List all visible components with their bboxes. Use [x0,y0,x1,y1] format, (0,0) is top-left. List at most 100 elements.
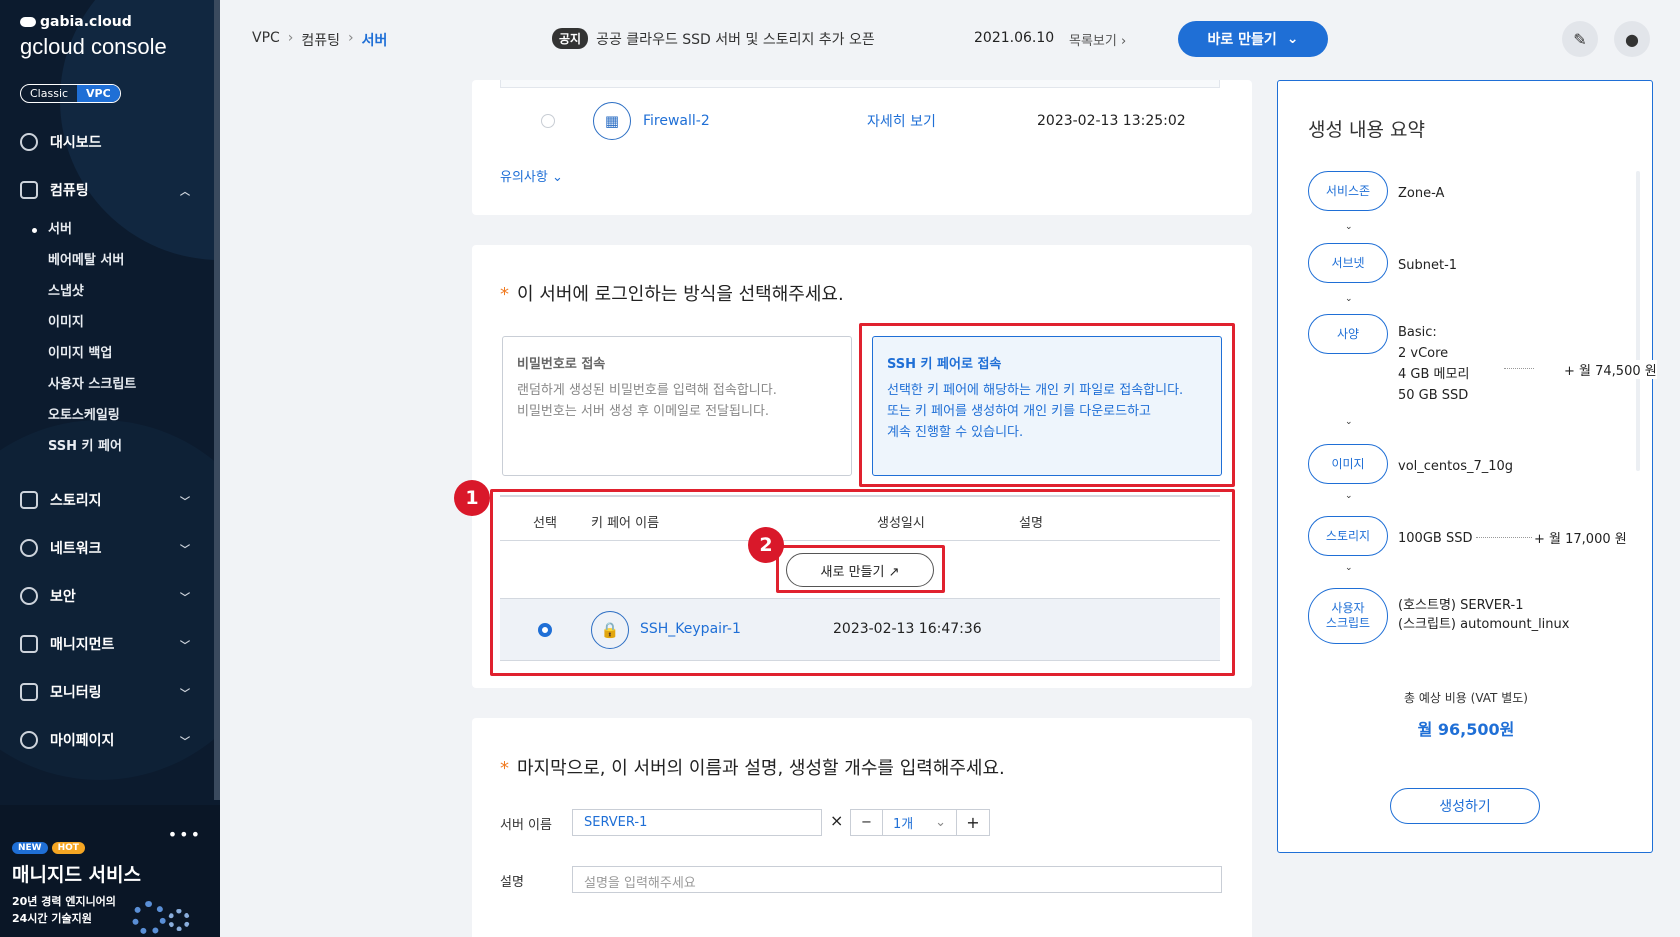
chevron-down-icon: ⌄ [1345,491,1353,501]
brand-main: gcloud console [20,34,167,59]
promo-banner[interactable]: ••• NEW HOT 매니지드 서비스 20년 경력 엔지니어의 24시간 기술… [0,805,220,937]
sidebar-scrollbar[interactable] [214,0,220,800]
chip-icon [20,181,38,199]
firewall-created: 2023-02-13 13:25:02 [1037,113,1186,129]
sidebar-item-computing[interactable]: 컴퓨팅 ︿ [0,166,214,214]
summary-storage: 스토리지 100GB SSD [1308,516,1472,556]
shield-icon [20,587,38,605]
script-pill-line: 스크립트 [1325,616,1371,630]
chevron-down-icon: ⌄ [1286,31,1299,47]
profile-icon[interactable]: ● [1614,21,1650,57]
subnet-pill[interactable]: 서브넷 [1308,243,1388,283]
highlight-ssh-option [859,323,1235,487]
spec-line: Basic: [1398,325,1437,340]
sidebar-item-label: 대시보드 [50,135,102,151]
summary-scrollbar[interactable] [1636,171,1640,471]
sidebar-nav: 대시보드 컴퓨팅 ︿ 서버 베어메탈 서버 스냅샷 이미지 이미지 백업 사용자 … [0,118,214,764]
minus-button[interactable]: − [851,810,883,835]
highlight-new-button [776,545,945,593]
sidebar-sub-autoscaling[interactable]: 오토스케일링 [0,400,214,431]
summary-user-script: 사용자 스크립트 (호스트명) SERVER-1 (스크립트) automount… [1308,588,1569,644]
sidebar-item-security[interactable]: 보안 ﹀ [0,572,214,620]
server-name-input[interactable]: SERVER-1 [572,809,822,836]
notice-text[interactable]: 공공 클라우드 SSD 서버 및 스토리지 추가 오픈 [596,29,875,49]
storage-pill[interactable]: 스토리지 [1308,516,1388,556]
spec-line: 2 vCore [1398,346,1449,361]
sidebar-item-dashboard[interactable]: 대시보드 [0,118,214,166]
dotted-leader [1476,537,1532,538]
firewall-row[interactable]: ▦ Firewall-2 자세히 보기 2023-02-13 13:25:02 [500,92,1220,150]
quick-create-button[interactable]: 바로 만들기 ⌄ [1178,21,1328,57]
password-option[interactable]: 비밀번호로 접속 랜덤하게 생성된 비밀번호를 입력해 접속합니다. 비밀번호는… [502,336,852,476]
spec-price: + 월 74,500 원 [1534,360,1657,379]
password-option-desc: 비밀번호는 서버 생성 후 이메일로 전달됩니다. [517,404,770,419]
breadcrumb-vpc[interactable]: VPC [252,30,280,50]
quantity-select[interactable]: 1개 ⌄ [883,810,957,835]
firewall-name[interactable]: Firewall-2 [643,113,867,129]
create-button[interactable]: 생성하기 [1390,788,1540,824]
new-tag: NEW [12,842,48,854]
sidebar-item-storage[interactable]: 스토리지 ﹀ [0,476,214,524]
firewall-icon: ▦ [593,102,631,140]
brand-logo[interactable]: gabia.cloud gcloud console [20,14,167,60]
notice-badge: 공지 [552,28,589,49]
sidebar-item-label: 매니지먼트 [50,637,115,653]
chevron-down-icon: ⌄ [1345,417,1353,427]
notice[interactable]: 공지 공공 클라우드 SSD 서버 및 스토리지 추가 오픈 [552,28,875,49]
chevron-down-icon: ﹀ [180,496,190,508]
chevron-right-icon: › [1120,34,1127,49]
chevron-down-icon: ﹀ [180,688,190,700]
sidebar-sub-image[interactable]: 이미지 [0,307,214,338]
sidebar-sub-ssh-keypair[interactable]: SSH 키 페어 [0,431,214,462]
final-question: * 마지막으로, 이 서버의 이름과 설명, 생성할 개수를 입력해주세요. [500,754,1005,780]
sidebar-sub-user-script[interactable]: 사용자 스크립트 [0,369,214,400]
script-line: (스크립트) automount_linux [1398,617,1570,632]
sidebar-item-network[interactable]: 네트워크 ﹀ [0,524,214,572]
total-cost-value: 월 96,500원 [1417,720,1515,739]
more-dots-icon[interactable]: ••• [168,825,202,844]
zone-pill[interactable]: 서비스존 [1308,171,1388,211]
sidebar-sub-server[interactable]: 서버 [0,214,214,245]
server-name-label: 서버 이름 [500,818,552,833]
chevron-down-icon: ﹀ [180,640,190,652]
promo-desc-line: 24시간 기술지원 [12,912,92,925]
callout-1: 1 [454,480,490,516]
spec-line: 50 GB SSD [1398,388,1469,403]
sidebar-item-monitoring[interactable]: 모니터링 ﹀ [0,668,214,716]
hot-tag: HOT [51,842,85,854]
quantity-stepper[interactable]: − 1개 ⌄ + [850,809,990,836]
sidebar-sub-baremetal[interactable]: 베어메탈 서버 [0,245,214,276]
firewall-card: ▦ Firewall-2 자세히 보기 2023-02-13 13:25:02 … [472,80,1252,215]
firewall-detail-link[interactable]: 자세히 보기 [867,111,1037,131]
sidebar-item-management[interactable]: 매니지먼트 ﹀ [0,620,214,668]
image-pill[interactable]: 이미지 [1308,444,1388,484]
notice-list-link[interactable]: 목록보기 › [1069,30,1126,49]
chevron-down-icon: ﹀ [180,736,190,748]
required-mark: * [500,284,509,305]
sidebar: gabia.cloud gcloud console Classic VPC 대… [0,0,220,937]
sidebar-sub-snapshot[interactable]: 스냅샷 [0,276,214,307]
breadcrumb-computing[interactable]: 컴퓨팅 [301,30,340,50]
script-line: (호스트명) SERVER-1 [1398,598,1524,613]
plus-button[interactable]: + [957,810,989,835]
promo-desc: 20년 경력 엔지니어의 24시간 기술지원 [12,893,116,927]
mode-classic[interactable]: Classic [21,85,77,102]
storage-value: 100GB SSD [1398,531,1473,546]
sidebar-item-mypage[interactable]: 마이페이지 ﹀ [0,716,214,764]
sidebar-sub-image-backup[interactable]: 이미지 백업 [0,338,214,369]
firewall-table-edge [500,80,1220,88]
description-input[interactable]: 설명을 입력해주세요 [572,866,1222,893]
spec-value: Basic: 2 vCore 4 GB 메모리 50 GB SSD [1398,314,1469,406]
notice-list-label: 목록보기 [1069,34,1117,49]
firewall-radio[interactable] [541,114,555,128]
chat-icon[interactable]: ✎ [1562,21,1598,57]
mode-vpc[interactable]: VPC [77,85,120,102]
sidebar-item-label: 모니터링 [50,685,102,701]
caution-toggle[interactable]: 유의사항 ⌄ [500,166,563,185]
chevron-down-icon: ﹀ [180,592,190,604]
spec-pill[interactable]: 사양 [1308,314,1388,354]
mode-toggle[interactable]: Classic VPC [20,84,121,103]
quantity-value: 1개 [893,817,914,832]
summary-panel: 생성 내용 요약 서비스존 Zone-A ⌄ 서브넷 Subnet-1 ⌄ 사양… [1277,80,1657,853]
script-pill[interactable]: 사용자 스크립트 [1308,588,1388,644]
